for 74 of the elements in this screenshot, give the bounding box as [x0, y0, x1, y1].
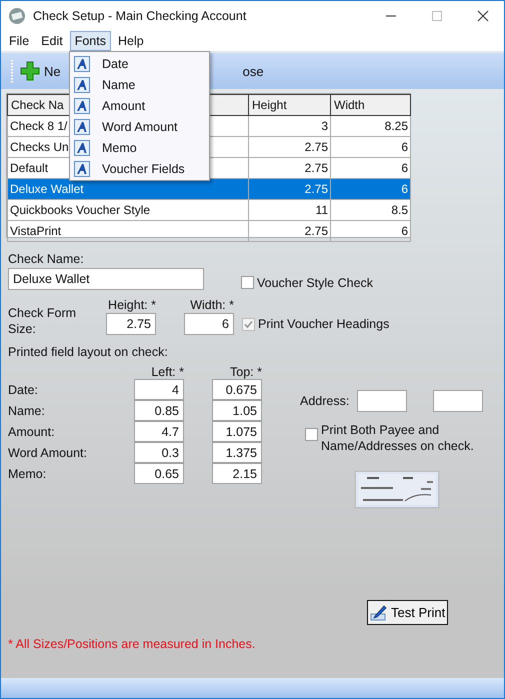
field-label: Amount: [8, 424, 56, 438]
menu-item[interactable]: Fonts [70, 31, 111, 51]
maximize-icon[interactable] [431, 10, 443, 22]
menu-item[interactable]: Date [70, 53, 209, 74]
close-button[interactable]: ose [242, 64, 264, 78]
menu-item[interactable]: Name [70, 74, 209, 95]
menu-item[interactable]: Memo [70, 137, 209, 158]
width-label: Width: * [190, 298, 234, 312]
menu-item[interactable]: Edit [36, 31, 68, 51]
top-field[interactable]: 1.375 [212, 442, 262, 463]
app-icon [8, 7, 26, 25]
address-field[interactable] [433, 390, 484, 412]
menu-item[interactable]: Help [112, 31, 149, 51]
top-field[interactable]: 1.05 [212, 400, 262, 421]
table-cell[interactable]: Quickbooks Voucher Style [8, 200, 248, 220]
left-label: Left: * [150, 365, 184, 379]
table-cell[interactable]: VistaPrint [8, 220, 248, 242]
left-field[interactable]: 4.7 [134, 421, 184, 442]
top-label: Top: * [229, 365, 262, 379]
close-icon[interactable] [477, 10, 489, 22]
table-cell[interactable]: 8.5 [330, 200, 410, 220]
field-label: Date: [8, 382, 39, 396]
left-field[interactable]: 4 [134, 379, 184, 400]
font-icon [74, 118, 90, 134]
check-name-field[interactable]: Deluxe Wallet [8, 268, 204, 290]
column-header[interactable]: Height [248, 94, 330, 116]
plus-icon [20, 61, 40, 81]
column-header[interactable]: Width [330, 94, 410, 116]
address-field[interactable] [357, 390, 408, 412]
left-field[interactable]: 0.85 [134, 400, 184, 421]
width-field[interactable]: 6 [184, 313, 234, 335]
menu-item[interactable]: Word Amount [70, 116, 209, 137]
table-cell[interactable]: 3 [248, 116, 330, 136]
print-both-checkbox[interactable]: Print Both Payee and Name/Addresses on check. [305, 422, 491, 454]
height-label: Height: * [108, 298, 156, 312]
top-field[interactable]: 1.075 [212, 421, 262, 442]
check-name-label: Check Name: [8, 252, 85, 266]
font-icon [74, 140, 90, 156]
font-icon [74, 98, 90, 114]
font-icon [74, 160, 90, 176]
table-cell[interactable]: 6 [330, 136, 410, 158]
form-size-label: Check Form Size: [8, 305, 78, 337]
left-field[interactable]: 0.3 [134, 442, 184, 463]
menu-item[interactable]: Amount [70, 95, 209, 116]
checkbox-icon[interactable] [305, 428, 318, 441]
pen-icon [370, 604, 388, 622]
field-label: Word Amount: [8, 446, 88, 460]
top-field[interactable]: 2.15 [212, 463, 262, 484]
table-cell[interactable]: Deluxe Wallet [8, 178, 248, 200]
table-cell[interactable]: 2.75 [248, 220, 330, 242]
table-cell[interactable]: 2.75 [248, 178, 330, 200]
window-title: Check Setup - Main Checking Account [33, 9, 246, 23]
menu-item[interactable]: Voucher Fields [70, 158, 209, 179]
field-label: Name: [8, 404, 46, 418]
table-cell[interactable]: 8.25 [330, 116, 410, 136]
table-cell[interactable]: 2.75 [248, 136, 330, 158]
units-note: * All Sizes/Positions are measured in Inches. [8, 637, 256, 651]
field-label: Memo: [8, 466, 48, 480]
address-label: Address: [300, 394, 350, 408]
table-cell[interactable]: 11 [248, 200, 330, 220]
font-icon [74, 56, 90, 72]
height-field[interactable]: 2.75 [106, 313, 156, 335]
grip-icon [11, 59, 14, 83]
new-button[interactable]: Ne [20, 61, 61, 81]
table-cell[interactable]: 6 [330, 178, 410, 200]
menu-item[interactable]: File [4, 31, 34, 51]
font-icon [74, 76, 90, 92]
top-field[interactable]: 0.675 [212, 379, 262, 400]
voucher-style-checkbox[interactable]: Voucher Style Check [241, 276, 374, 290]
table-cell[interactable]: 6 [330, 220, 410, 242]
test-print-button[interactable]: Test Print [367, 600, 448, 625]
layout-title: Printed field layout on check: [8, 345, 169, 359]
left-field[interactable]: 0.65 [134, 463, 184, 484]
checkbox-icon[interactable] [241, 276, 254, 289]
